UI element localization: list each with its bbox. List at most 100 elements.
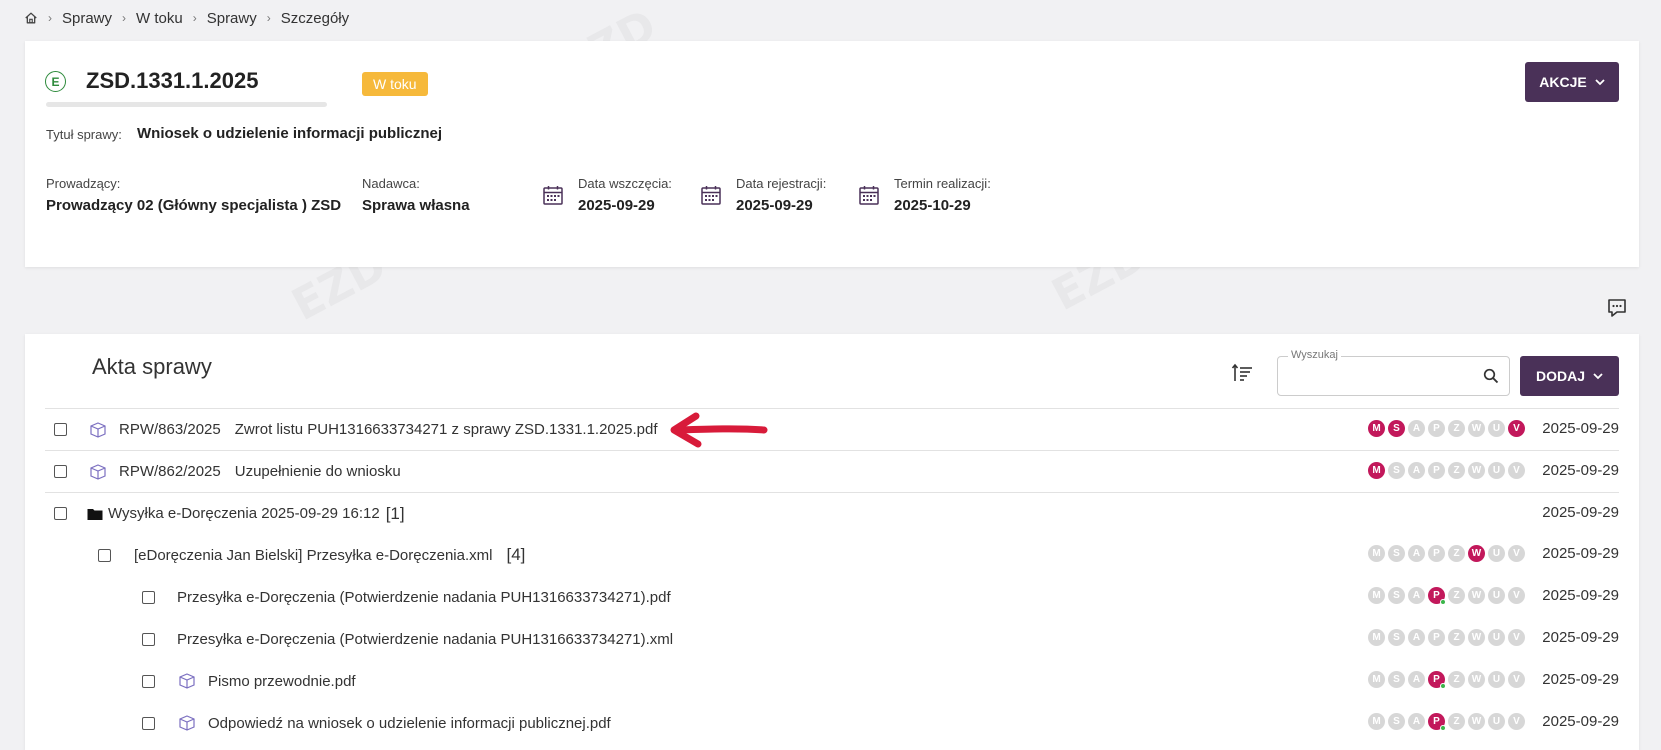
badge-p: P <box>1428 420 1445 437</box>
breadcrumb-sprawy-2[interactable]: Sprawy <box>207 10 257 27</box>
folder-name[interactable]: Wysyłka e-Doręczenia 2025-09-29 16:12 <box>108 505 380 522</box>
row-checkbox[interactable] <box>98 548 111 562</box>
breadcrumb-separator: › <box>48 11 52 25</box>
status-badges: M S A P Z W U V <box>1368 420 1525 437</box>
row-checkbox[interactable] <box>54 465 67 478</box>
badge-u: U <box>1488 462 1505 479</box>
badge-s: S <box>1388 420 1405 437</box>
document-name[interactable]: Przesyłka e-Doręczenia (Potwierdzenie na… <box>177 589 671 606</box>
registration-date-label: Data rejestracji: <box>736 176 827 191</box>
badge-s: S <box>1388 587 1405 604</box>
document-date: 2025-09-29 <box>1542 671 1619 688</box>
badge-p-letter: P <box>1433 716 1440 727</box>
actions-button-label: AKCJE <box>1539 74 1587 90</box>
calendar-icon <box>859 186 879 205</box>
badge-w: W <box>1468 587 1485 604</box>
list-item-folder[interactable]: Wysyłka e-Doręczenia 2025-09-29 16:12 [1… <box>45 492 1619 534</box>
row-checkbox[interactable] <box>142 674 155 688</box>
package-icon <box>90 421 106 438</box>
document-name[interactable]: Przesyłka e-Doręczenia (Potwierdzenie na… <box>177 631 673 648</box>
badge-z: Z <box>1448 671 1465 688</box>
document-signature[interactable]: RPW/862/2025 <box>119 463 221 480</box>
row-checkbox[interactable] <box>54 507 67 520</box>
case-details-card: E ZSD.1331.1.2025 W toku AKCJE Tytuł spr… <box>25 41 1639 267</box>
badge-a: A <box>1408 462 1425 479</box>
document-date: 2025-09-29 <box>1542 462 1619 479</box>
home-icon[interactable] <box>24 11 38 25</box>
breadcrumb-separator: › <box>266 11 271 25</box>
badge-m: M <box>1368 545 1385 562</box>
sender-label: Nadawca: <box>362 176 420 191</box>
list-item[interactable]: [eDoręczenia Jan Bielski] Przesyłka e-Do… <box>45 534 1619 576</box>
list-item[interactable]: Pismo przewodnie.pdf M S A P Z W U V 202… <box>45 660 1619 702</box>
list-item[interactable]: Odpowiedź na wniosek o udzielenie inform… <box>45 702 1619 744</box>
badge-u: U <box>1488 587 1505 604</box>
status-badges: M S A P Z W U V <box>1368 545 1525 562</box>
files-list: RPW/863/2025 Zwrot listu PUH131663373427… <box>45 408 1619 744</box>
actions-button[interactable]: AKCJE <box>1525 62 1619 102</box>
signed-dot <box>1440 683 1446 689</box>
document-name[interactable]: [eDoręczenia Jan Bielski] Przesyłka e-Do… <box>134 547 492 564</box>
comment-icon[interactable] <box>1606 297 1628 319</box>
search-field: Wyszukaj <box>1277 349 1510 396</box>
document-name[interactable]: Zwrot listu PUH1316633734271 z sprawy ZS… <box>235 421 658 438</box>
calendar-icon <box>543 186 563 205</box>
document-name[interactable]: Odpowiedź na wniosek o udzielenie inform… <box>208 715 611 732</box>
badge-v: V <box>1508 713 1525 730</box>
document-name[interactable]: Pismo przewodnie.pdf <box>208 673 356 690</box>
row-checkbox[interactable] <box>54 423 67 436</box>
list-item[interactable]: Przesyłka e-Doręczenia (Potwierdzenie na… <box>45 576 1619 618</box>
badge-z: Z <box>1448 420 1465 437</box>
status-badges: M S A P Z W U V <box>1368 462 1525 479</box>
badge-m: M <box>1368 420 1385 437</box>
list-item[interactable]: Przesyłka e-Doręczenia (Potwierdzenie na… <box>45 618 1619 660</box>
lead-label: Prowadzący: <box>46 176 121 191</box>
badge-m: M <box>1368 671 1385 688</box>
list-item[interactable]: RPW/862/2025 Uzupełnienie do wniosku M S… <box>45 450 1619 492</box>
badge-s: S <box>1388 462 1405 479</box>
folder-icon <box>87 508 103 520</box>
status-badges: M S A P Z W U V <box>1368 713 1525 731</box>
status-badges: M S A P Z W U V <box>1368 587 1525 605</box>
badge-m: M <box>1368 629 1385 646</box>
search-label: Wyszukaj <box>1288 349 1341 361</box>
row-checkbox[interactable] <box>142 590 155 604</box>
folder-count: [1] <box>385 503 405 523</box>
breadcrumb-sprawy[interactable]: Sprawy <box>62 10 112 27</box>
badge-m: M <box>1368 713 1385 730</box>
badge-v: V <box>1508 587 1525 604</box>
badge-p-letter: P <box>1433 674 1440 685</box>
due-date-value: 2025-10-29 <box>894 197 971 214</box>
document-date: 2025-09-29 <box>1542 420 1619 437</box>
document-signature[interactable]: RPW/863/2025 <box>119 421 221 438</box>
status-badges: M S A P Z W U V <box>1368 671 1525 689</box>
add-button[interactable]: DODAJ <box>1520 356 1619 396</box>
breadcrumb-w-toku[interactable]: W toku <box>136 10 183 27</box>
document-name[interactable]: Uzupełnienie do wniosku <box>235 463 401 480</box>
chevron-down-icon <box>1595 79 1605 86</box>
badge-z: Z <box>1448 587 1465 604</box>
search-input[interactable] <box>1288 357 1473 393</box>
badge-p-letter: P <box>1433 590 1440 601</box>
row-checkbox[interactable] <box>142 716 155 730</box>
badge-p: P <box>1428 545 1445 562</box>
row-checkbox[interactable] <box>142 632 155 646</box>
sort-icon[interactable] <box>1231 362 1253 384</box>
badge-p: P <box>1428 629 1445 646</box>
badge-w: W <box>1468 545 1485 562</box>
badge-m: M <box>1368 462 1385 479</box>
package-icon <box>90 463 106 480</box>
document-date: 2025-09-29 <box>1542 629 1619 646</box>
signed-dot <box>1440 725 1446 731</box>
sender-field: Nadawca: Sprawa własna <box>362 176 470 214</box>
list-item[interactable]: RPW/863/2025 Zwrot listu PUH131663373427… <box>45 408 1619 450</box>
case-progress-bar <box>46 102 327 107</box>
attachment-count: [4] <box>506 545 526 564</box>
badge-s: S <box>1388 671 1405 688</box>
badge-p: P <box>1428 713 1446 731</box>
document-date: 2025-09-29 <box>1542 713 1619 730</box>
document-date: 2025-09-29 <box>1542 545 1619 562</box>
search-icon[interactable] <box>1483 368 1499 384</box>
badge-z: Z <box>1448 462 1465 479</box>
badge-s: S <box>1388 713 1405 730</box>
